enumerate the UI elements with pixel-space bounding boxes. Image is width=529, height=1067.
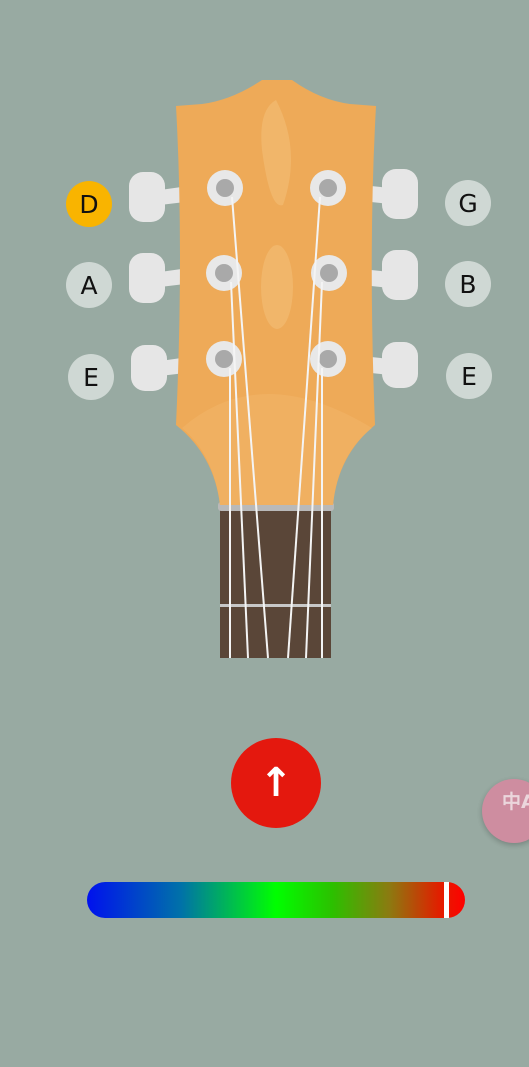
string-button-b[interactable]: B bbox=[445, 261, 491, 307]
guitar-headstock bbox=[129, 80, 418, 659]
pitch-needle bbox=[443, 882, 449, 918]
string-button-low-e[interactable]: E bbox=[68, 354, 114, 400]
translate-button[interactable]: 中A bbox=[482, 779, 529, 843]
arrow-up-icon: ↑ bbox=[259, 760, 293, 806]
string-button-g[interactable]: G bbox=[445, 180, 491, 226]
string-button-a[interactable]: A bbox=[66, 262, 112, 308]
tune-up-arrow-button[interactable]: ↑ bbox=[231, 738, 321, 828]
fretboard bbox=[220, 505, 331, 658]
fret-bar bbox=[220, 604, 331, 607]
pitch-meter bbox=[87, 882, 465, 918]
translate-icon: 中A bbox=[502, 791, 529, 813]
string-button-d[interactable]: D bbox=[66, 181, 112, 227]
string-button-high-e[interactable]: E bbox=[446, 353, 492, 399]
